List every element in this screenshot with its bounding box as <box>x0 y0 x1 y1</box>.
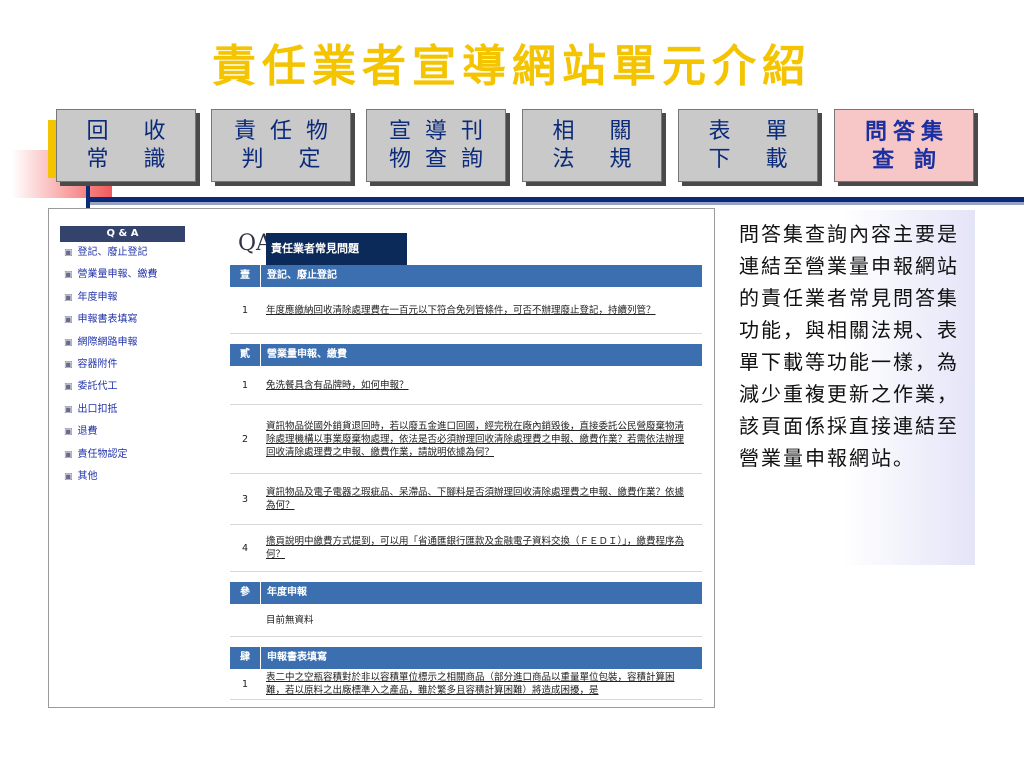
qa-question-number: 1 <box>241 379 249 391</box>
qa-question-number: 4 <box>241 542 249 554</box>
qa-sidebar-item-label: 容器附件 <box>77 358 118 370</box>
qa-section-number: 參 <box>230 582 261 604</box>
nav-button-line2: 判 定 <box>241 146 335 172</box>
nav-button-line2: 下 載 <box>708 146 802 172</box>
description-text: 問答集查詢內容主要是連結至營業量申報網站的責任業者常見問答集功能，與相關法規、表… <box>739 222 959 470</box>
qa-question-number <box>230 604 260 636</box>
qa-question-number: 3 <box>241 493 249 505</box>
nav-button-line1: 表 單 <box>708 118 802 144</box>
document-icon: ▣ <box>64 315 73 326</box>
document-icon: ▣ <box>64 270 73 281</box>
qa-sidebar-item[interactable]: ▣ 容器附件 <box>60 354 185 376</box>
qa-sidebar-item-label: 責任物認定 <box>77 448 128 460</box>
qa-question-number: 1 <box>241 678 249 690</box>
qa-sidebar-item[interactable]: ▣ 網際網路申報 <box>60 332 185 354</box>
qa-sidebar-item[interactable]: ▣ 登記、廢止登記 <box>60 242 185 264</box>
nav-button-form-download[interactable]: 表 單 下 載 <box>678 109 818 182</box>
qa-sidebar: Q & A ▣ 登記、廢止登記 ▣ 營業量申報、繳費 ▣ 年度申報 ▣ 申報書表填寫 ▣ 網際網路… <box>60 226 185 488</box>
qa-sidebar-item-label: 委託代工 <box>77 381 118 393</box>
document-icon: ▣ <box>64 449 73 460</box>
document-icon: ▣ <box>64 471 73 482</box>
qa-section-label: 年度申報 <box>267 587 307 598</box>
qa-question-link[interactable]: 表二中之空瓶容積對於非以容積單位標示之相關商品（部分進口商品以重量單位包裝，容積… <box>260 669 702 699</box>
qa-sidebar-item-label: 其他 <box>77 470 98 482</box>
qa-sidebar-item-label: 出口扣抵 <box>77 403 118 415</box>
qa-question-row[interactable]: 4 擔頁說明中繳費方式提到，可以用「省通匯銀行匯款及金融電子資料交換（ＦＥＤＩ）」… <box>230 525 702 572</box>
document-icon: ▣ <box>64 337 73 348</box>
qa-heading: 責任業者常見問題 <box>266 233 407 265</box>
qa-sidebar-item-label: 年度申報 <box>77 291 118 303</box>
qa-question-link[interactable]: 年度應繳納回收清除處理費在一百元以下符合免列管條件，可否不辦理廢止登記，持續列管… <box>260 287 666 333</box>
qa-question-link[interactable]: 資訊物品及電子電器之瑕疵品、呆滯品、下腳料是否須辦理回收清除處理費之申報、繳費作… <box>260 474 702 524</box>
nav-button-regulations[interactable]: 相 關 法 規 <box>522 109 662 182</box>
qa-section-number: 壹 <box>230 265 261 287</box>
qa-question-row[interactable]: 3 資訊物品及電子電器之瑕疵品、呆滯品、下腳料是否須辦理回收清除處理費之申報、繳費… <box>230 474 702 525</box>
document-icon: ▣ <box>64 382 73 393</box>
document-icon: ▣ <box>64 427 73 438</box>
qa-question-link: 目前無資料 <box>266 614 314 626</box>
qa-header: QA 責任業者常見問題 <box>230 227 702 265</box>
qa-section-header: 肆申報書表填寫 <box>230 647 702 669</box>
qa-question-row[interactable]: 1 免洗餐具含有品牌時，如何申報？ <box>230 366 702 405</box>
qa-sidebar-item[interactable]: ▣ 其他 <box>60 466 185 488</box>
qa-section-number: 肆 <box>230 647 261 669</box>
qa-sidebar-item[interactable]: ▣ 退費 <box>60 421 185 443</box>
nav-button-line1: 回 收 <box>86 118 180 144</box>
qa-sidebar-item[interactable]: ▣ 申報書表填寫 <box>60 309 185 331</box>
nav-button-recycling-knowledge[interactable]: 回 收 常 識 <box>56 109 196 182</box>
qa-section-label: 營業量申報、繳費 <box>267 349 347 360</box>
embedded-screenshot: Q & A ▣ 登記、廢止登記 ▣ 營業量申報、繳費 ▣ 年度申報 ▣ 申報書表填寫 ▣ 網際網路… <box>48 208 715 708</box>
qa-question-link[interactable]: 資訊物品從國外銷貨退回時，若以廢五金進口回國，經完稅在廠內銷毀後，直接委託公民營… <box>260 405 702 473</box>
qa-question-link[interactable]: 擔頁說明中繳費方式提到，可以用「省通匯銀行匯款及金融電子資料交換（ＦＥＤＩ）」，… <box>260 525 702 571</box>
qa-section-header: 壹登記、廢止登記 <box>230 265 702 287</box>
qa-sidebar-item[interactable]: ▣ 營業量申報、繳費 <box>60 264 185 286</box>
divider-rule-light <box>90 202 1024 205</box>
description-box: 問答集查詢內容主要是連結至營業量申報網站的責任業者常見問答集功能，與相關法規、表… <box>733 210 975 565</box>
qa-question-row[interactable]: 1 表二中之空瓶容積對於非以容積單位標示之相關商品（部分進口商品以重量單位包裝，容… <box>230 669 702 700</box>
qa-question-row[interactable]: 2 資訊物品從國外銷貨退回時，若以廢五金進口回國，經完稅在廠內銷毀後，直接委託公民… <box>230 405 702 474</box>
nav-button-line2: 法 規 <box>552 146 646 172</box>
qa-sidebar-list: ▣ 登記、廢止登記 ▣ 營業量申報、繳費 ▣ 年度申報 ▣ 申報書表填寫 ▣ 網際網路申報 ▣ 容器附… <box>60 242 185 488</box>
slide-title: 責任業者宣導網站單元介紹 <box>212 41 812 92</box>
nav-button-line1: 責任物 <box>233 118 342 144</box>
qa-sidebar-item[interactable]: ▣ 委託代工 <box>60 376 185 398</box>
qa-question-number: 2 <box>241 433 249 445</box>
nav-button-line1: 相 關 <box>552 118 646 144</box>
qa-question-number: 1 <box>241 304 249 316</box>
qa-sidebar-item-label: 登記、廢止登記 <box>77 247 148 258</box>
nav-button-line2: 常 識 <box>86 146 180 172</box>
qa-question-row[interactable]: 1 年度應繳納回收清除處理費在一百元以下符合免列管條件，可否不辦理廢止登記，持續列… <box>230 287 702 334</box>
qa-question-link[interactable]: 免洗餐具含有品牌時，如何申報？ <box>260 366 419 404</box>
document-icon: ▣ <box>64 359 73 370</box>
document-icon: ▣ <box>64 404 73 415</box>
qa-sections: 壹登記、廢止登記 1 年度應繳納回收清除處理費在一百元以下符合免列管條件，可否不辦理… <box>230 265 702 700</box>
nav-button-faq-search[interactable]: 問答集 查 詢 <box>834 109 974 182</box>
nav-button-publication-search[interactable]: 宣導刊 物查詢 <box>366 109 506 182</box>
nav-button-line2: 查 詢 <box>872 146 942 173</box>
nav-button-line1: 宣導刊 <box>388 118 497 144</box>
document-icon: ▣ <box>64 292 73 303</box>
qa-section-number: 貳 <box>230 344 261 366</box>
qa-section-header: 參年度申報 <box>230 582 702 604</box>
qa-section-header: 貳營業量申報、繳費 <box>230 344 702 366</box>
nav-button-line1: 問答集 <box>864 118 949 145</box>
document-icon: ▣ <box>64 248 73 258</box>
qa-sidebar-item[interactable]: ▣ 出口扣抵 <box>60 399 185 421</box>
qa-sidebar-item-label: 營業量申報、繳費 <box>77 269 158 281</box>
nav-button-item-determination[interactable]: 責任物 判 定 <box>211 109 351 182</box>
nav-button-line2: 物查詢 <box>388 146 497 172</box>
qa-main: QA 責任業者常見問題 壹登記、廢止登記 1 年度應繳納回收清除處理費在一百元以下符… <box>230 227 702 700</box>
qa-section-label: 登記、廢止登記 <box>267 270 337 281</box>
qa-sidebar-item-label: 申報書表填寫 <box>77 314 138 326</box>
qa-section-label: 申報書表填寫 <box>267 652 327 663</box>
qa-empty-row: 目前無資料 <box>230 604 702 637</box>
qa-sidebar-item[interactable]: ▣ 責任物認定 <box>60 444 185 466</box>
qa-sidebar-item-label: 退費 <box>77 426 98 438</box>
qa-sidebar-item-label: 網際網路申報 <box>77 336 138 348</box>
qa-sidebar-item[interactable]: ▣ 年度申報 <box>60 287 185 309</box>
qa-sidebar-header: Q & A <box>60 226 185 242</box>
